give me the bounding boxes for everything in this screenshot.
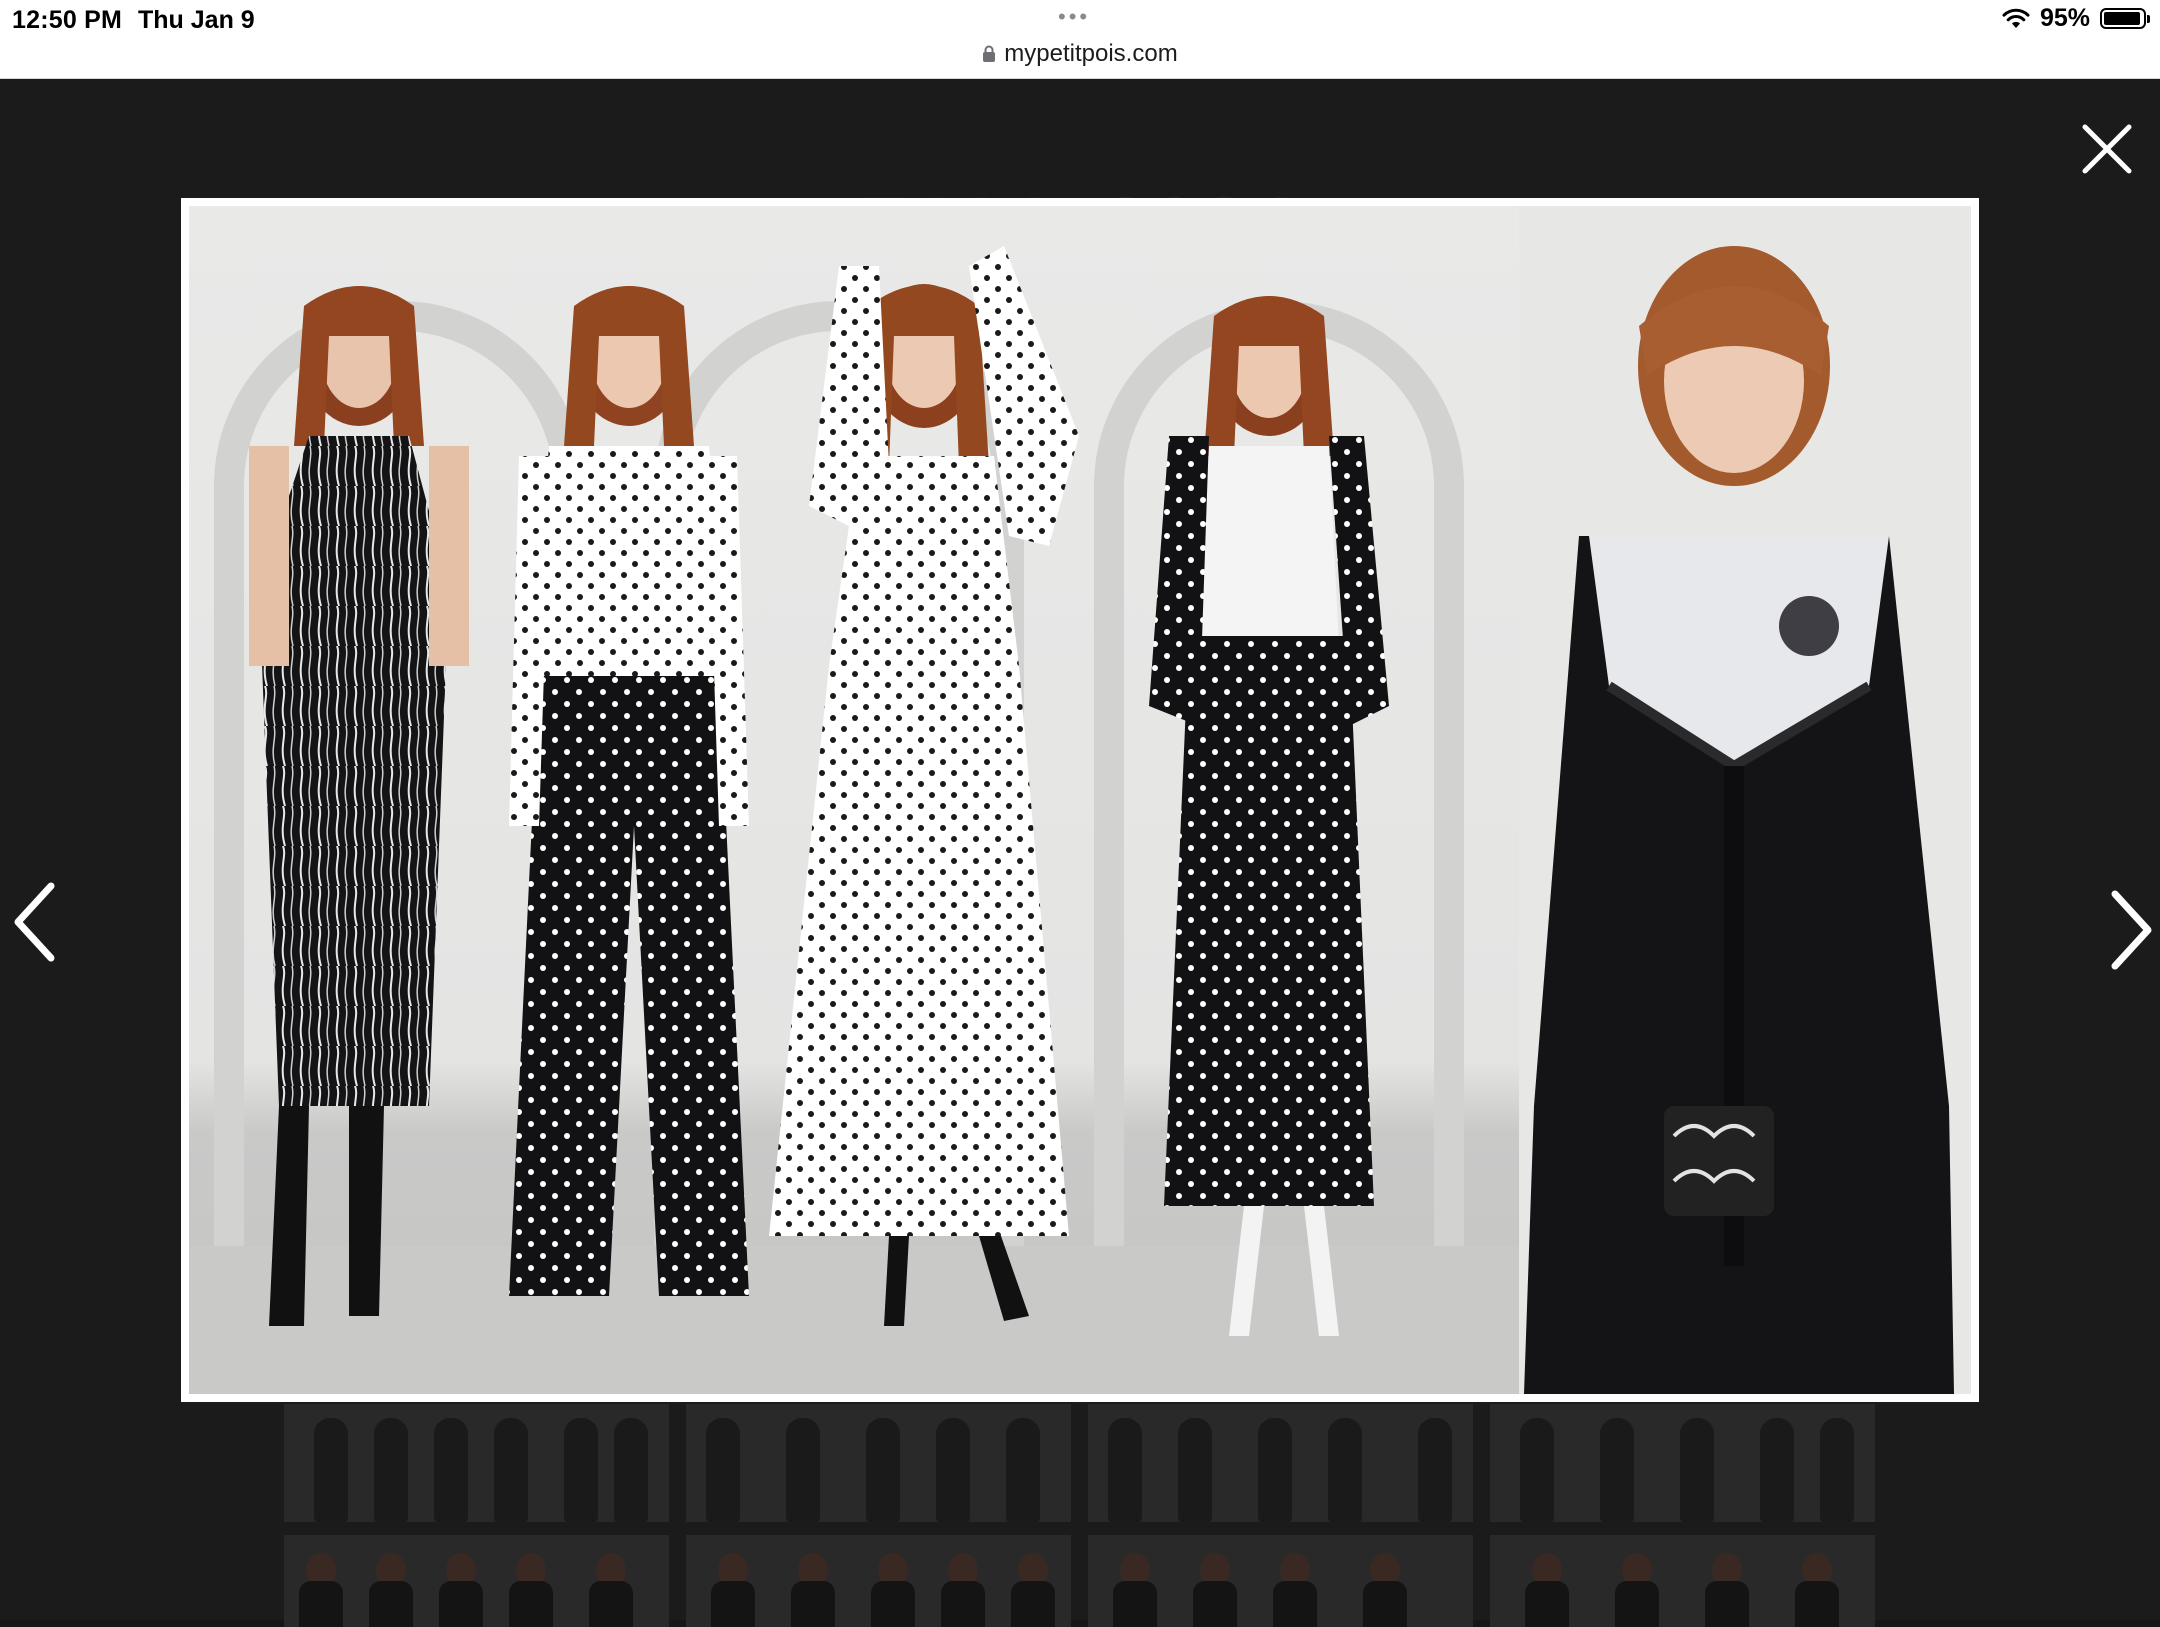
lock-icon <box>983 45 996 62</box>
gallery-thumbnail[interactable] <box>1490 1535 1875 1627</box>
thumbnail-row-1 <box>284 1404 1875 1522</box>
address-bar[interactable]: mypetitpois.com <box>0 40 2160 68</box>
model-5 <box>1519 206 1971 1394</box>
prev-button[interactable] <box>6 874 66 974</box>
lookbook-illustration <box>189 206 1971 1394</box>
battery-percent: 95% <box>2039 4 2090 32</box>
model-2 <box>509 286 749 1296</box>
status-date: Thu Jan 9 <box>138 6 255 34</box>
gallery-thumbnail[interactable] <box>1088 1535 1473 1627</box>
wifi-icon <box>2002 8 2030 28</box>
lightbox-frame <box>181 198 1979 1402</box>
chevron-right-icon <box>2111 890 2152 970</box>
status-right: 95% <box>2002 4 2150 33</box>
close-icon <box>2082 124 2132 174</box>
gallery-thumbnail[interactable] <box>686 1404 1071 1522</box>
model-4 <box>1149 296 1389 1336</box>
gallery-thumbnail[interactable] <box>686 1535 1071 1627</box>
status-time: 12:50 PM <box>12 6 122 34</box>
gallery-thumbnail[interactable] <box>1490 1404 1875 1522</box>
close-button[interactable] <box>2080 122 2134 176</box>
thumbnail-row-2 <box>284 1535 1875 1627</box>
chevron-left-icon <box>14 882 55 962</box>
gallery-thumbnail[interactable] <box>284 1404 669 1522</box>
lookbook-photo[interactable] <box>189 206 1971 1394</box>
battery-icon <box>2100 8 2150 29</box>
status-bar: 12:50 PM Thu Jan 9 ••• mypetitpois.com 9… <box>0 0 2160 79</box>
gallery-thumbnail[interactable] <box>1088 1404 1473 1522</box>
model-1 <box>249 286 469 1326</box>
model-3 <box>769 246 1079 1326</box>
gallery-thumbnail[interactable] <box>284 1535 669 1627</box>
url-text: mypetitpois.com <box>1004 40 1178 67</box>
next-button[interactable] <box>2100 882 2160 982</box>
more-dots-icon[interactable]: ••• <box>1058 4 1090 30</box>
